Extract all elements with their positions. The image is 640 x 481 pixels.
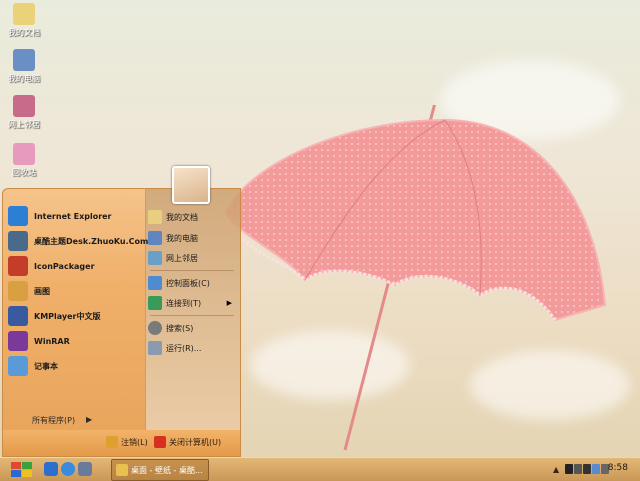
place-network[interactable]: 网上邻居 (148, 249, 238, 267)
system-control-panel[interactable]: 控制面板(C) (148, 274, 238, 292)
search-icon (148, 321, 162, 335)
program-label: 画图 (34, 286, 50, 296)
system-label: 连接到(T) (166, 298, 202, 308)
program-label: Internet Explorer (34, 211, 112, 221)
place-label: 网上邻居 (166, 253, 198, 263)
computer-icon (13, 49, 35, 71)
menu-divider (150, 315, 234, 316)
program-label: IconPackager (34, 261, 95, 271)
my-documents-icon (148, 210, 162, 224)
system-label: 搜索(S) (166, 323, 194, 333)
program-internet-explorer[interactable]: Internet Explorer (8, 204, 143, 228)
menu-divider (150, 270, 234, 271)
network-icon[interactable] (592, 464, 601, 474)
ie-icon[interactable] (61, 462, 75, 476)
ie-icon (8, 206, 28, 226)
kmplayer-icon (8, 306, 28, 326)
chevron-up-icon[interactable]: ▲ (553, 465, 559, 474)
shutdown-label: 关闭计算机(U) (169, 437, 222, 447)
start-button[interactable] (10, 460, 34, 479)
all-programs-button[interactable]: 所有程序(P) (32, 415, 75, 426)
program-label: KMPlayer中文版 (34, 311, 101, 321)
program-label: 桌酷主题Desk.ZhuoKu.Com (34, 236, 149, 246)
clock[interactable]: 8:58 (608, 463, 628, 473)
taskbar-task-button[interactable]: 桌面 - 壁纸 - 桌酷... (111, 459, 209, 481)
iconpackager-icon (8, 256, 28, 276)
tray-icon[interactable] (574, 464, 583, 474)
system-connect-to[interactable]: 连接到(T) ▶ (148, 294, 238, 312)
close-icon (154, 436, 166, 448)
wallpaper-umbrella (223, 105, 607, 451)
chevron-right-icon: ▶ (226, 299, 232, 307)
taskbar: 桌面 - 壁纸 - 桌酷... ▲ 8:58 (0, 457, 640, 481)
task-label: 桌面 - 壁纸 - 桌酷... (131, 465, 203, 475)
tray-icon[interactable] (583, 464, 592, 474)
network-icon (13, 95, 35, 117)
window-icon (116, 464, 128, 476)
paint-icon (8, 281, 28, 301)
logoff-button[interactable]: 注销(L) (106, 434, 148, 450)
place-my-computer[interactable]: 我的电脑 (148, 229, 238, 247)
run-icon (148, 341, 162, 355)
desktop-icon-recycle-bin[interactable]: 回收站 (4, 143, 44, 178)
folder-icon (13, 3, 35, 25)
control-panel-icon (148, 276, 162, 290)
recycle-bin-icon (13, 143, 35, 165)
show-desktop-icon[interactable] (44, 462, 58, 476)
desktop-icon-label: 我的文档 (8, 28, 40, 37)
logoff-label: 注销(L) (121, 437, 148, 447)
start-menu: Internet Explorer 桌酷主题Desk.ZhuoKu.Com Ic… (2, 188, 241, 457)
desktop-icon-network[interactable]: 网上邻居 (4, 95, 44, 130)
zhuoku-icon (8, 231, 28, 251)
system-search[interactable]: 搜索(S) (148, 319, 238, 337)
tray-icon[interactable] (565, 464, 574, 474)
winrar-icon (8, 331, 28, 351)
notepad-icon (8, 356, 28, 376)
desktop-icon-my-computer[interactable]: 我的电脑 (4, 49, 44, 84)
place-label: 我的电脑 (166, 233, 198, 243)
desktop-icon-label: 我的电脑 (8, 74, 40, 83)
system-label: 运行(R)... (166, 343, 202, 353)
logoff-icon (106, 436, 118, 448)
network-places-icon (148, 251, 162, 265)
program-notepad[interactable]: 记事本 (8, 354, 143, 378)
my-computer-icon (148, 231, 162, 245)
place-label: 我的文档 (166, 212, 198, 222)
program-paint[interactable]: 画图 (8, 279, 143, 303)
program-zhuoku[interactable]: 桌酷主题Desk.ZhuoKu.Com (8, 229, 148, 253)
desktop-icon-label: 网上邻居 (8, 120, 40, 129)
connect-to-icon (148, 296, 162, 310)
desktop-icon-my-documents[interactable]: 我的文档 (4, 3, 44, 38)
program-kmplayer[interactable]: KMPlayer中文版 (8, 304, 143, 328)
user-avatar[interactable] (172, 166, 210, 204)
program-winrar[interactable]: WinRAR (8, 329, 143, 353)
desktop-icon-label: 回收站 (12, 168, 36, 177)
shutdown-button[interactable]: 关闭计算机(U) (154, 434, 221, 450)
program-iconpackager[interactable]: IconPackager (8, 254, 143, 278)
program-label: 记事本 (34, 361, 58, 371)
place-my-documents[interactable]: 我的文档 (148, 208, 238, 226)
system-run[interactable]: 运行(R)... (148, 339, 238, 357)
system-label: 控制面板(C) (166, 278, 210, 288)
chevron-right-icon: ▶ (86, 415, 93, 424)
program-label: WinRAR (34, 336, 70, 346)
media-player-icon[interactable] (78, 462, 92, 476)
